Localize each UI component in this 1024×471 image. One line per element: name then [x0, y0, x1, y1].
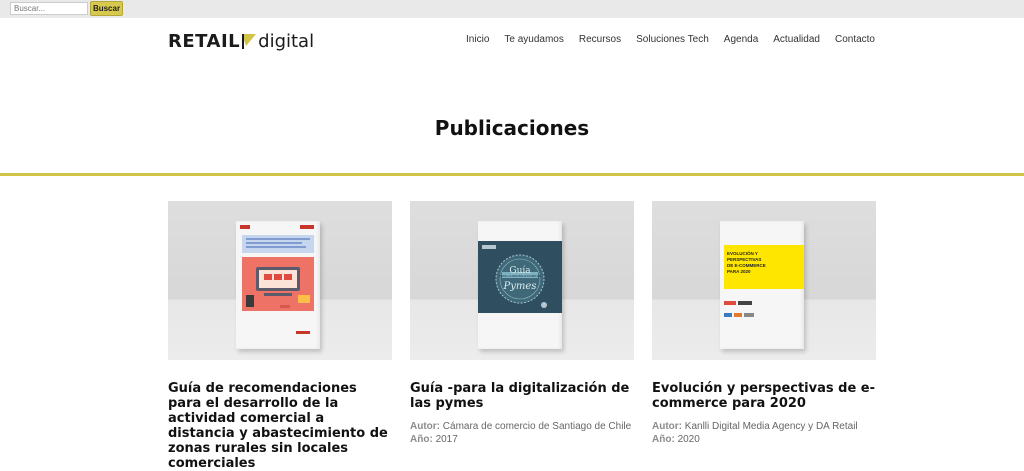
book-cover: EVOLUCIÓN Y PERSPECTIVAS DE E-COMMERCE P…: [720, 221, 804, 349]
nav-item-actualidad[interactable]: Actualidad: [773, 34, 820, 45]
publication-meta: Autor: Kanlli Digital Media Agency y DA …: [652, 420, 876, 446]
nav-item-te-ayudamos[interactable]: Te ayudamos: [504, 34, 563, 45]
author-row: Autor: Cámara de comercio de Santiago de…: [410, 420, 634, 433]
year-value: 2017: [435, 434, 458, 445]
page-title: Publicaciones: [434, 116, 590, 140]
year-value: 2020: [677, 434, 700, 445]
cover-pymes: Pymes: [503, 281, 537, 292]
logo-flag-icon: [242, 33, 257, 49]
publication-cover-image[interactable]: EVOLUCIÓN Y PERSPECTIVAS DE E-COMMERCE P…: [652, 201, 876, 360]
author-label: Autor:: [410, 421, 440, 432]
author-row: Autor: Kanlli Digital Media Agency y DA …: [652, 420, 876, 433]
cover-illustration-icon: [240, 225, 314, 334]
site-header: RETAIL digital Inicio Te ayudamos Recurs…: [0, 18, 1024, 66]
author-label: Autor:: [652, 421, 682, 432]
nav-item-contacto[interactable]: Contacto: [835, 34, 875, 45]
nav-item-agenda[interactable]: Agenda: [724, 34, 758, 45]
book-cover: Guía PARA LA DIGITALIZACIÓN DE Pymes: [478, 221, 562, 349]
search-button[interactable]: Buscar: [90, 1, 123, 16]
accent-divider: [0, 173, 1024, 176]
nav-item-inicio[interactable]: Inicio: [466, 34, 489, 45]
logo-text-strong: RETAIL: [168, 30, 241, 52]
logo-text-light: digital: [258, 30, 315, 52]
retail-digital-logo[interactable]: RETAIL digital: [168, 30, 314, 52]
publication-title[interactable]: Guía -para la digitalización de las pyme…: [410, 381, 634, 411]
cover-line: PARA 2020: [727, 269, 751, 274]
publication-cover-image[interactable]: [168, 201, 392, 360]
publication-meta: Autor: Cámara de comercio de Santiago de…: [410, 420, 634, 446]
publication-card[interactable]: Guía de recomendaciones para el desarrol…: [168, 201, 392, 471]
cover-subtitle: PARA LA DIGITALIZACIÓN DE: [498, 274, 542, 278]
author-value: Cámara de comercio de Santiago de Chile: [442, 421, 632, 432]
year-row: Año: 2017: [410, 433, 634, 446]
search-input[interactable]: [10, 2, 88, 15]
main-nav: Inicio Te ayudamos Recursos Soluciones T…: [451, 34, 875, 45]
top-search-bar: Buscar: [0, 0, 1024, 18]
publication-title[interactable]: Guía de recomendaciones para el desarrol…: [168, 381, 392, 471]
nav-item-recursos[interactable]: Recursos: [579, 34, 621, 45]
publication-card[interactable]: EVOLUCIÓN Y PERSPECTIVAS DE E-COMMERCE P…: [652, 201, 876, 446]
year-row: Año: 2020: [652, 433, 876, 446]
cover-illustration-icon: [724, 245, 804, 317]
cover-headline: EVOLUCIÓN Y PERSPECTIVAS DE E-COMMERCE P…: [727, 251, 801, 275]
publication-title[interactable]: Evolución y perspectivas de e-commerce p…: [652, 381, 876, 411]
year-label: Año:: [410, 434, 433, 445]
publication-card[interactable]: Guía PARA LA DIGITALIZACIÓN DE Pymes Guí…: [410, 201, 634, 446]
author-value: Kanlli Digital Media Agency y DA Retail: [684, 421, 858, 432]
book-cover: [236, 221, 320, 349]
year-label: Año:: [652, 434, 675, 445]
publication-cover-image[interactable]: Guía PARA LA DIGITALIZACIÓN DE Pymes: [410, 201, 634, 360]
nav-item-soluciones-tech[interactable]: Soluciones Tech: [636, 34, 709, 45]
